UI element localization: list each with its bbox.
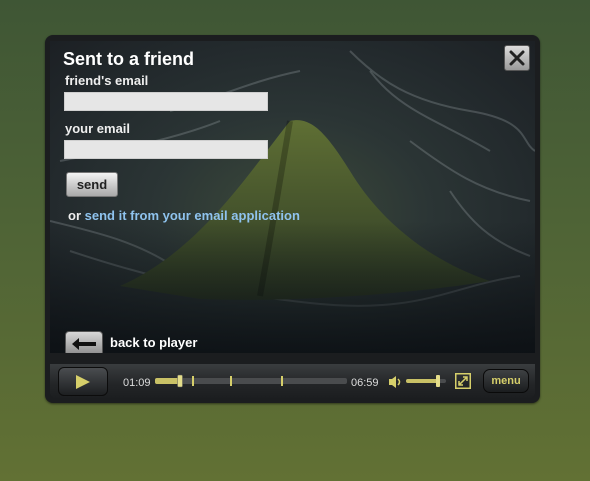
alternative-send-line: or send it from your email application [68,208,300,223]
control-bar: 01:09 06:59 menu [50,364,535,398]
total-time: 06:59 [351,377,379,389]
your-email-label: your email [65,121,131,136]
current-time: 01:09 [123,377,151,389]
dialog-title: Sent to a friend [63,49,195,69]
close-button[interactable] [504,45,530,71]
play-icon [76,374,90,389]
volume-slider[interactable] [406,375,446,387]
progress-handle[interactable] [177,374,183,388]
fullscreen-button[interactable] [455,373,471,389]
video-player: Sent to a friend friend's email your ema… [45,35,540,403]
chapter-marker [230,376,232,386]
friend-email-field[interactable] [64,92,268,111]
video-screen: Sent to a friend friend's email your ema… [50,41,535,353]
close-icon [509,50,525,66]
friend-email-label: friend's email [65,73,149,88]
your-email-field[interactable] [64,140,268,159]
volume-handle[interactable] [436,375,440,387]
email-application-link[interactable]: send it from your email application [85,208,300,223]
send-to-friend-dialog: Sent to a friend friend's email your ema… [50,41,535,353]
menu-button[interactable]: menu [483,369,529,393]
back-arrow-icon [72,337,96,350]
progress-bar[interactable] [155,374,347,388]
chapter-marker [281,376,283,386]
back-button[interactable] [65,331,103,353]
chapter-marker [192,376,194,386]
play-button[interactable] [58,367,108,396]
progress-fill [155,378,180,384]
or-text: or [68,208,81,223]
back-to-player-label[interactable]: back to player [110,335,197,350]
volume-fill [406,379,438,383]
volume-icon[interactable] [388,375,404,389]
send-button[interactable]: send [66,172,118,197]
